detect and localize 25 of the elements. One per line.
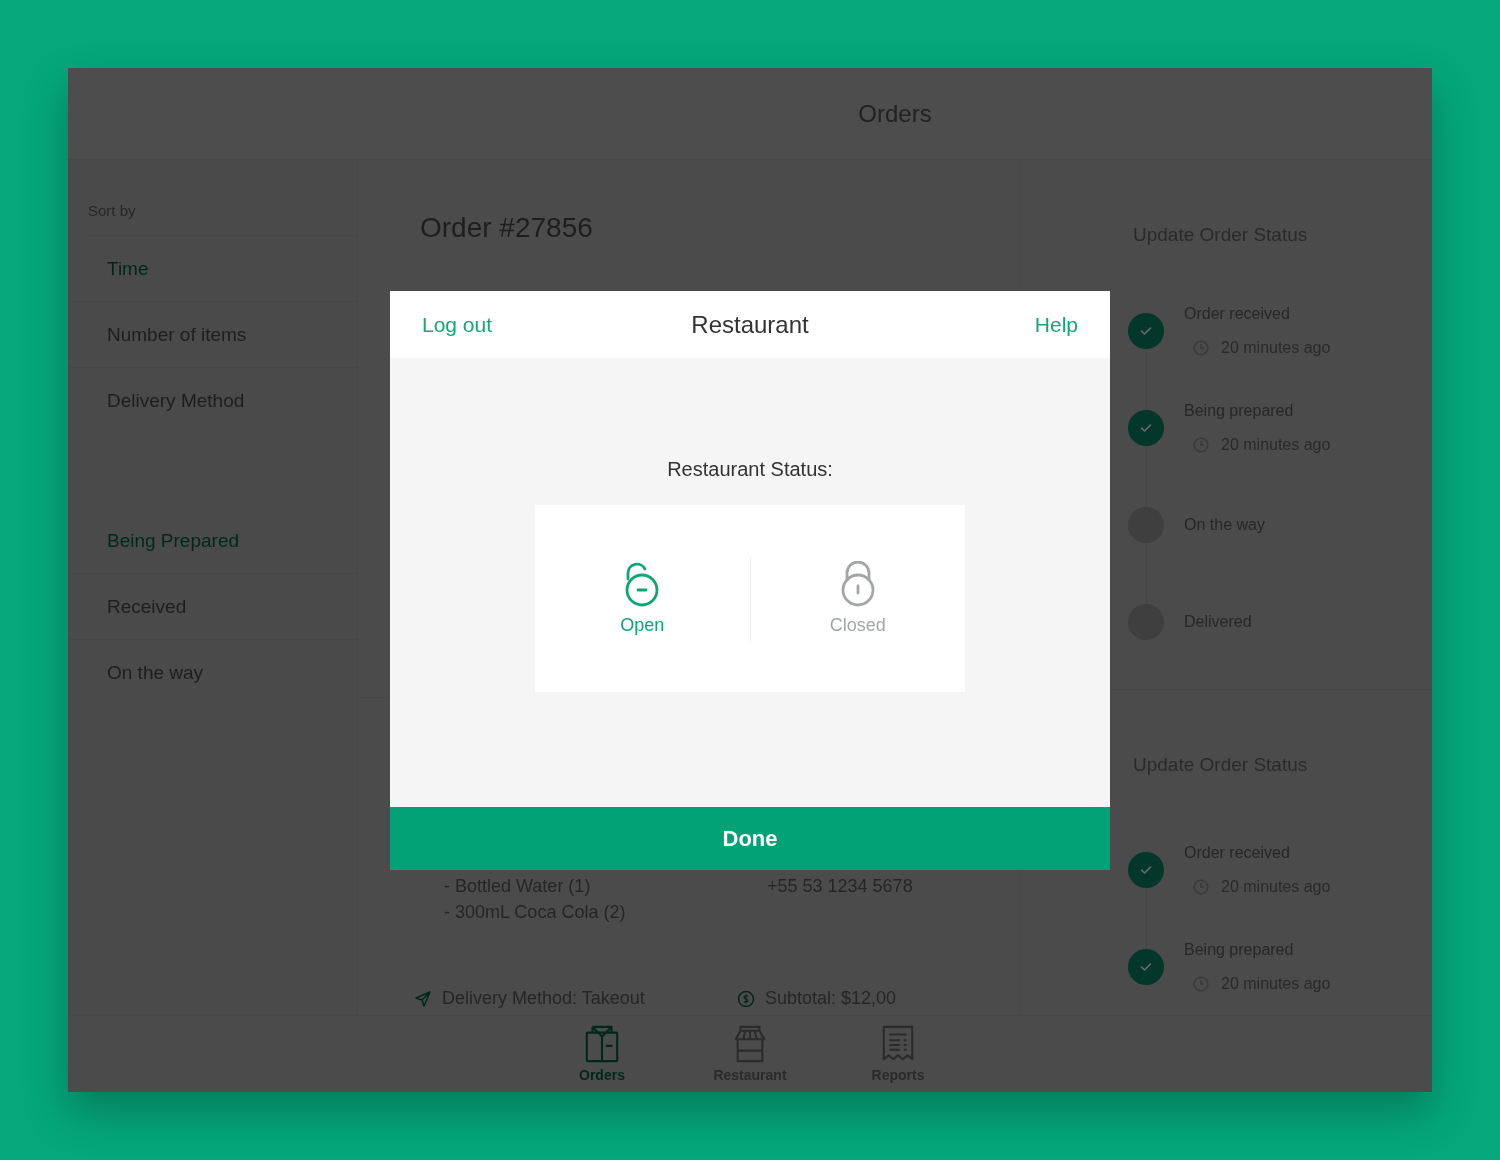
padlock-icon xyxy=(839,561,876,607)
shirt-box-icon xyxy=(584,1025,620,1063)
dollar-icon xyxy=(737,989,755,1008)
help-link[interactable]: Help xyxy=(1034,312,1078,337)
log-out-link[interactable]: Log out xyxy=(422,312,692,337)
unlocked-padlock-icon xyxy=(624,561,661,607)
check-icon xyxy=(1140,961,1152,972)
receipt-icon xyxy=(880,1025,916,1063)
sidebar-item[interactable]: Time xyxy=(107,257,149,280)
check-icon xyxy=(1140,864,1152,875)
storefront-icon xyxy=(732,1025,768,1063)
tab-button[interactable]: Orders xyxy=(528,1016,676,1092)
modal-title: Restaurant xyxy=(691,310,809,339)
completed-step-marker[interactable] xyxy=(1128,948,1164,985)
check-icon xyxy=(1140,325,1152,336)
done-button[interactable]: Done xyxy=(390,807,1110,870)
status-option[interactable]: Closed xyxy=(750,561,965,636)
paper-plane-icon xyxy=(414,989,432,1008)
sidebar-item[interactable]: Being Prepared xyxy=(107,529,240,552)
completed-step-marker[interactable] xyxy=(1128,851,1164,888)
status-label: Restaurant Status: xyxy=(667,458,833,481)
completed-step-marker[interactable] xyxy=(1128,409,1164,446)
completed-step-marker[interactable] xyxy=(1128,312,1164,349)
status-option[interactable]: Open xyxy=(535,561,750,636)
check-icon xyxy=(1140,422,1152,433)
